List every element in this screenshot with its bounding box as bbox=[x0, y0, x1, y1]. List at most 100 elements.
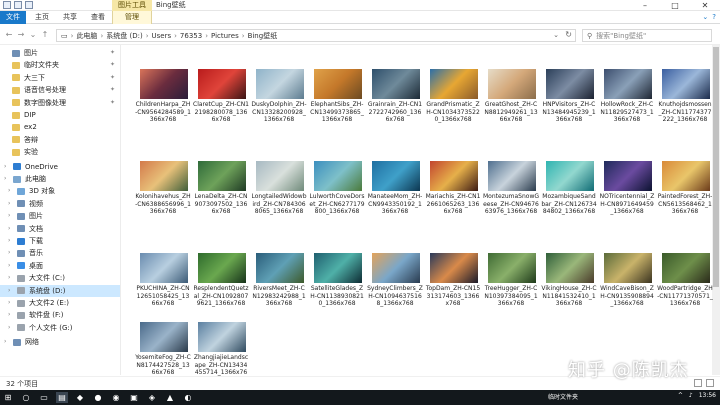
sidebar-item[interactable]: DIP bbox=[0, 109, 120, 121]
app-icon[interactable]: ◈ bbox=[146, 392, 158, 403]
file-item[interactable]: DuskyDolphin_ZH-CN13328200928_1366x768 bbox=[251, 45, 307, 146]
chevron-right-icon[interactable]: › bbox=[8, 247, 14, 259]
clock[interactable]: 13:56 bbox=[699, 392, 716, 399]
chevron-right-icon[interactable]: › bbox=[8, 272, 14, 284]
file-item[interactable]: VikingHouse_ZH-CN11841532410_1366x768 bbox=[541, 229, 597, 330]
details-view-icon[interactable] bbox=[694, 379, 702, 387]
file-item[interactable]: Kolonihavehus_ZH-CN6388656996_1366x768 bbox=[135, 137, 191, 238]
app-icon[interactable]: ◆ bbox=[74, 392, 86, 403]
sidebar-item[interactable]: › 图片 bbox=[0, 210, 120, 222]
sidebar-item[interactable]: › 大文件 (C:) bbox=[0, 272, 120, 284]
sidebar-item[interactable]: › 视频 bbox=[0, 198, 120, 210]
file-item[interactable]: ClaretCup_ZH-CN12198280078_1366x768 bbox=[193, 45, 249, 146]
volume-icon[interactable]: ♪ bbox=[689, 392, 693, 399]
file-item[interactable]: MontezumaSnowGeese_ZH-CN9467663976_1366x… bbox=[483, 137, 539, 238]
sidebar-item[interactable]: › 下载 bbox=[0, 235, 120, 247]
sidebar-item[interactable]: 图片 ✦ bbox=[0, 47, 120, 59]
sidebar-item[interactable]: › 系统盘 (D:) bbox=[0, 284, 120, 297]
chevron-right-icon[interactable]: › bbox=[8, 185, 14, 197]
chevron-down-icon[interactable]: ⌄ bbox=[28, 29, 38, 41]
minimize-button[interactable]: – bbox=[630, 0, 660, 11]
breadcrumb-item[interactable]: 76353 bbox=[180, 32, 202, 40]
file-item[interactable]: SydneyClimbers_ZH-CN10946375168_1366x768 bbox=[367, 229, 423, 330]
chevron-right-icon[interactable]: › bbox=[8, 297, 14, 309]
start-icon[interactable]: ⊞ bbox=[2, 392, 14, 403]
file-item[interactable]: Knuthojdsmossen_ZH-CN11774377222_1366x76… bbox=[657, 45, 712, 146]
app-icon[interactable]: ◉ bbox=[110, 392, 122, 403]
tab-home[interactable]: 主页 bbox=[30, 11, 54, 24]
refresh-icon[interactable]: ↻ bbox=[565, 30, 572, 39]
folder-icon[interactable] bbox=[3, 1, 11, 9]
help-icon[interactable]: ? bbox=[712, 13, 716, 21]
file-item[interactable]: NOTricentennial_ZH-CN8971649459_1366x768 bbox=[599, 137, 654, 238]
file-item[interactable]: GreatGhost_ZH-CN8812949261_1366x768 bbox=[483, 45, 538, 146]
file-item[interactable]: PaintedForest_ZH-CN5613568462_1366x768 bbox=[657, 137, 712, 238]
sidebar-item[interactable]: 大三下 ✦ bbox=[0, 72, 120, 84]
sidebar-item[interactable]: › OneDrive bbox=[0, 161, 120, 173]
tab-view[interactable]: 查看 bbox=[86, 11, 110, 24]
sidebar-item[interactable]: › 此电脑 bbox=[0, 173, 120, 185]
app-icon[interactable]: ▲ bbox=[164, 392, 176, 403]
chevron-down-icon[interactable]: ⌄ bbox=[702, 13, 708, 21]
file-item[interactable]: Mariachis_ZH-CN12661065263_1366x768 bbox=[425, 137, 480, 238]
sidebar-item[interactable]: 临时文件夹 ✦ bbox=[0, 59, 120, 71]
file-item[interactable]: RiversMeet_ZH-CN12983242988_1366x768 bbox=[251, 229, 306, 330]
app-icon[interactable]: ◐ bbox=[182, 392, 194, 403]
file-item[interactable]: GrandPrismatic_ZH-CN10343735220_1366x768 bbox=[425, 45, 480, 146]
file-item[interactable]: HollowRock_ZH-CN11829527473_1366x768 bbox=[599, 45, 654, 146]
file-item[interactable]: TreeHugger_ZH-CN10397384095_1366x768 bbox=[483, 229, 538, 330]
chevron-right-icon[interactable]: › bbox=[8, 210, 14, 222]
sidebar-item[interactable]: › 软件盘 (F:) bbox=[0, 309, 120, 321]
sidebar-item[interactable]: › 桌面 bbox=[0, 260, 120, 272]
file-item[interactable]: Grainrain_ZH-CN12722742960_1366x768 bbox=[367, 45, 422, 146]
sidebar-item[interactable]: › 文档 bbox=[0, 223, 120, 235]
sidebar-item[interactable]: › 3D 对象 bbox=[0, 185, 120, 197]
address-bar[interactable]: ▭ › 此电脑 › 系统盘 (D:) › Users › 76353 › Pic… bbox=[56, 29, 576, 42]
up-arrow-icon[interactable]: ↑ bbox=[40, 29, 50, 41]
chevron-right-icon[interactable]: › bbox=[8, 223, 14, 235]
chevron-right-icon[interactable]: › bbox=[4, 336, 10, 348]
tray-icon[interactable]: ^ bbox=[678, 392, 683, 399]
chevron-right-icon[interactable]: › bbox=[8, 235, 14, 247]
task-view-icon[interactable]: ▭ bbox=[38, 392, 50, 403]
file-item[interactable]: TopDam_ZH-CN15313174603_1366x768 bbox=[425, 229, 480, 330]
chevron-down-icon[interactable]: ⌄ bbox=[553, 31, 559, 39]
file-item[interactable]: ChildrenHarpa_ZH-CN9564284589_1366x768 bbox=[135, 45, 191, 146]
explorer-taskbar-icon[interactable]: ▤ bbox=[56, 392, 68, 403]
chevron-right-icon[interactable]: › bbox=[8, 309, 14, 321]
chevron-right-icon[interactable]: › bbox=[8, 260, 14, 272]
file-item[interactable]: SatelliteGlades_ZH-CN11389308210_1366x76… bbox=[309, 229, 364, 330]
scrollbar[interactable] bbox=[712, 45, 720, 375]
breadcrumb-item[interactable]: Users bbox=[152, 32, 172, 40]
breadcrumb-item[interactable]: 系统盘 (D:) bbox=[106, 31, 142, 41]
tab-manage[interactable]: 管理 bbox=[112, 11, 152, 24]
file-item[interactable]: ManateeMom_ZH-CN9943350192_1366x768 bbox=[367, 137, 422, 238]
forward-arrow-icon[interactable]: → bbox=[16, 29, 26, 41]
file-item[interactable]: ElephantSibs_ZH-CN13499373865_1366x768 bbox=[309, 45, 364, 146]
file-item[interactable]: WindCaveBison_ZH-CN9135908894_1366x768 bbox=[599, 229, 654, 330]
sidebar-item[interactable]: 实验 bbox=[0, 146, 120, 158]
chevron-right-icon[interactable]: › bbox=[8, 198, 14, 210]
close-button[interactable]: ✕ bbox=[690, 0, 720, 11]
sidebar-item[interactable]: ex2 bbox=[0, 121, 120, 133]
sidebar-item[interactable]: 答辩 bbox=[0, 134, 120, 146]
chevron-right-icon[interactable]: › bbox=[4, 161, 10, 173]
chevron-right-icon[interactable]: › bbox=[4, 173, 10, 185]
tab-file[interactable]: 文件 bbox=[0, 11, 26, 24]
tab-share[interactable]: 共享 bbox=[58, 11, 82, 24]
app-icon[interactable]: ▣ bbox=[128, 392, 140, 403]
back-arrow-icon[interactable]: ← bbox=[4, 29, 14, 41]
app-icon[interactable]: ● bbox=[92, 392, 104, 403]
sidebar-item[interactable]: › 网络 bbox=[0, 336, 120, 348]
sidebar-item[interactable]: › 大文件2 (E:) bbox=[0, 297, 120, 309]
sidebar-item[interactable]: › 个人文件 (G:) bbox=[0, 322, 120, 334]
breadcrumb-item[interactable]: Pictures bbox=[211, 32, 239, 40]
scrollbar-thumb[interactable] bbox=[713, 47, 719, 287]
file-item[interactable]: LongtailedWidowbird_ZH-CN7843068065_1366… bbox=[251, 137, 307, 238]
search-icon[interactable]: ○ bbox=[20, 392, 32, 403]
file-item[interactable]: HNPVisitors_ZH-CN13484945239_1366x768 bbox=[541, 45, 596, 146]
file-item[interactable]: WoodPartridge_ZH-CN11771370571_1366x768 bbox=[657, 229, 713, 330]
maximize-button[interactable]: □ bbox=[660, 0, 690, 11]
file-item[interactable]: LulworthCoveDorset_ZH-CN6277179800_1366x… bbox=[309, 137, 365, 238]
search-input[interactable]: ⚲ 搜索"Bing壁纸" bbox=[582, 29, 712, 42]
